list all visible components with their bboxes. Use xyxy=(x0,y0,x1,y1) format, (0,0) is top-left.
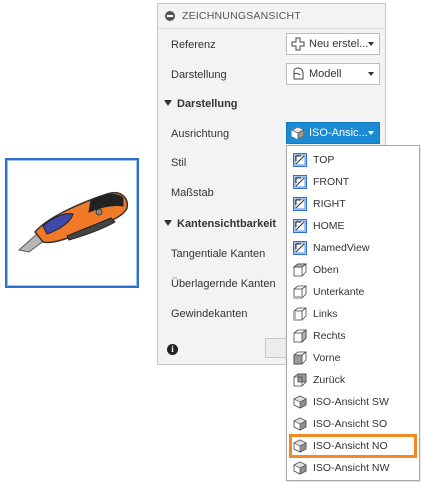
plus-icon xyxy=(291,37,305,51)
cube-left-icon xyxy=(293,307,307,321)
menu-item-label: FRONT xyxy=(313,176,350,188)
named-view-icon xyxy=(293,175,307,189)
panel-title: ZEICHNUNGSANSICHT xyxy=(182,10,301,22)
menu-item-top[interactable]: TOP xyxy=(290,150,416,170)
iso-cube-icon xyxy=(293,395,307,409)
ueberlagernde-kanten-label: Überlagernde Kanten xyxy=(171,278,276,290)
iso-cube-icon xyxy=(293,461,307,475)
menu-item-label: Links xyxy=(313,308,338,320)
menu-item-iso-ansicht-so[interactable]: ISO-Ansicht SO xyxy=(290,414,416,434)
cube-top-icon xyxy=(293,263,307,277)
drawing-view-preview[interactable] xyxy=(5,158,139,288)
menu-item-home[interactable]: HOME xyxy=(290,216,416,236)
menu-item-label: Oben xyxy=(313,264,339,276)
ausrichtung-dropdown[interactable]: ISO-Ansic... xyxy=(286,122,380,144)
menu-item-iso-ansicht-nw[interactable]: ISO-Ansicht NW xyxy=(290,458,416,478)
named-view-icon xyxy=(293,219,307,233)
menu-item-label: ISO-Ansicht NO xyxy=(313,440,388,452)
named-view-icon xyxy=(293,153,307,167)
referenz-label: Referenz xyxy=(171,39,216,51)
menu-item-front[interactable]: FRONT xyxy=(290,172,416,192)
section-collapse-icon xyxy=(164,100,172,106)
model-icon xyxy=(293,67,304,80)
section-kantensichtbarkeit[interactable]: Kantensichtbarkeit xyxy=(164,218,276,230)
collapse-icon[interactable] xyxy=(165,11,175,21)
menu-item-namedview[interactable]: NamedView xyxy=(290,238,416,258)
menu-item-label: RIGHT xyxy=(313,198,346,210)
iso-cube-icon xyxy=(293,439,307,453)
referenz-value: Neu erstel... xyxy=(309,38,369,50)
section-kanten-title: Kantensichtbarkeit xyxy=(177,218,277,230)
chevron-down-icon xyxy=(368,72,374,76)
section-collapse-icon xyxy=(164,220,172,226)
menu-item-label: ISO-Ansicht SO xyxy=(313,418,388,430)
menu-item-label: ISO-Ansicht SW xyxy=(313,396,389,408)
cube-back-icon xyxy=(293,373,307,387)
gewindekanten-label: Gewindekanten xyxy=(171,308,248,320)
named-view-icon xyxy=(293,241,307,255)
tangentiale-kanten-label: Tangentiale Kanten xyxy=(171,248,266,260)
menu-item-links[interactable]: Links xyxy=(290,304,416,324)
referenz-dropdown[interactable]: Neu erstel... xyxy=(286,33,380,55)
menu-item-label: NamedView xyxy=(313,242,370,254)
ausrichtung-label: Ausrichtung xyxy=(171,128,230,140)
darstellung-value: Modell xyxy=(309,68,342,80)
massstab-label: Maßstab xyxy=(171,187,214,199)
ausrichtung-value: ISO-Ansic... xyxy=(309,127,368,139)
named-view-icon xyxy=(293,197,307,211)
menu-item-label: TOP xyxy=(313,154,335,166)
orientation-menu: TOP FRONT RIGHT HOME NamedView Oben Unterkante… xyxy=(286,145,420,481)
chevron-down-icon xyxy=(368,42,374,46)
panel-header[interactable]: ZEICHNUNGSANSICHT xyxy=(158,4,385,29)
menu-item-vorne[interactable]: Vorne xyxy=(290,348,416,368)
section-darstellung-title: Darstellung xyxy=(177,98,238,110)
cube-front-icon xyxy=(293,351,307,365)
menu-item-rechts[interactable]: Rechts xyxy=(290,326,416,346)
cube-bottom-icon xyxy=(293,285,307,299)
menu-item-label: Vorne xyxy=(313,352,341,364)
cube-right-icon xyxy=(293,329,307,343)
menu-item-iso-ansicht-no[interactable]: ISO-Ansicht NO xyxy=(289,434,417,458)
menu-item-unterkante[interactable]: Unterkante xyxy=(290,282,416,302)
menu-item-label: ISO-Ansicht NW xyxy=(313,462,390,474)
menu-item-oben[interactable]: Oben xyxy=(290,260,416,280)
section-darstellung[interactable]: Darstellung xyxy=(164,98,238,110)
iso-cube-icon xyxy=(293,417,307,431)
stil-label: Stil xyxy=(171,157,187,169)
menu-item-label: Unterkante xyxy=(313,286,365,298)
utility-knife-model-image xyxy=(17,192,128,253)
menu-item-label: Rechts xyxy=(313,330,346,342)
darstellung-dropdown[interactable]: Modell xyxy=(286,63,380,85)
info-icon[interactable]: i xyxy=(167,344,178,355)
iso-cube-icon xyxy=(291,126,305,140)
menu-item-zur-ck[interactable]: Zurück xyxy=(290,370,416,390)
darstellung-label: Darstellung xyxy=(171,69,227,81)
menu-item-label: HOME xyxy=(313,220,345,232)
menu-item-label: Zurück xyxy=(313,374,346,386)
menu-item-iso-ansicht-sw[interactable]: ISO-Ansicht SW xyxy=(290,392,416,412)
menu-item-right[interactable]: RIGHT xyxy=(290,194,416,214)
chevron-down-icon xyxy=(368,131,374,135)
